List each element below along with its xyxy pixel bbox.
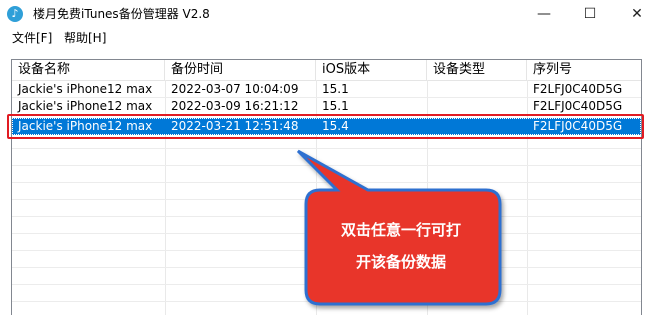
table-row[interactable]: Jackie's iPhone12 max 2022-03-07 10:04:0… xyxy=(12,81,641,98)
column-header-device-name[interactable]: 设备名称 xyxy=(12,60,165,80)
menu-bar: 文件[F] 帮助[H] xyxy=(0,28,661,48)
app-window: ♪ 楼月免费iTunes备份管理器 V2.8 — ☐ ✕ 文件[F] 帮助[H]… xyxy=(0,0,661,315)
cell-backup-time: 2022-03-07 10:04:09 xyxy=(171,82,299,96)
cell-ios-version: 15.1 xyxy=(322,82,349,96)
column-header-backup-time[interactable]: 备份时间 xyxy=(165,60,316,80)
music-note-icon: ♪ xyxy=(7,6,23,22)
cell-backup-time: 2022-03-09 16:21:12 xyxy=(171,99,299,113)
cell-serial-number: F2LFJ0C40D5G xyxy=(533,82,623,96)
table-row[interactable]: Jackie's iPhone12 max 2022-03-09 16:21:1… xyxy=(12,98,641,115)
row-divider xyxy=(12,250,641,251)
cell-device-type xyxy=(427,98,527,115)
row-divider xyxy=(12,301,641,302)
title-bar[interactable]: ♪ 楼月免费iTunes备份管理器 V2.8 — ☐ ✕ xyxy=(0,0,661,29)
backup-list[interactable]: 设备名称 备份时间 iOS版本 设备类型 序列号 Jackie's iPhone… xyxy=(11,59,642,315)
cell-device-name: Jackie's iPhone12 max xyxy=(18,99,153,113)
row-divider xyxy=(12,199,641,200)
row-divider xyxy=(12,216,641,217)
cell-serial-number: F2LFJ0C40D5G xyxy=(533,99,623,113)
window-title: 楼月免费iTunes备份管理器 V2.8 xyxy=(33,7,210,21)
row-divider xyxy=(12,284,641,285)
row-divider xyxy=(12,267,641,268)
minimize-button[interactable]: — xyxy=(521,0,567,28)
column-header-serial-number[interactable]: 序列号 xyxy=(527,60,641,80)
selected-row-highlight xyxy=(7,114,644,139)
cell-ios-version: 15.1 xyxy=(322,99,349,113)
maximize-button[interactable]: ☐ xyxy=(567,0,613,28)
list-header: 设备名称 备份时间 iOS版本 设备类型 序列号 xyxy=(12,60,641,81)
menu-file[interactable]: 文件[F] xyxy=(12,29,52,47)
row-divider xyxy=(12,165,641,166)
row-divider xyxy=(12,233,641,234)
cell-device-type xyxy=(427,81,527,98)
row-divider xyxy=(12,182,641,183)
close-button[interactable]: ✕ xyxy=(613,0,661,28)
column-header-ios-version[interactable]: iOS版本 xyxy=(316,60,427,80)
column-header-device-type[interactable]: 设备类型 xyxy=(427,60,527,80)
cell-device-name: Jackie's iPhone12 max xyxy=(18,82,153,96)
row-divider xyxy=(12,148,641,149)
menu-help[interactable]: 帮助[H] xyxy=(64,29,106,47)
